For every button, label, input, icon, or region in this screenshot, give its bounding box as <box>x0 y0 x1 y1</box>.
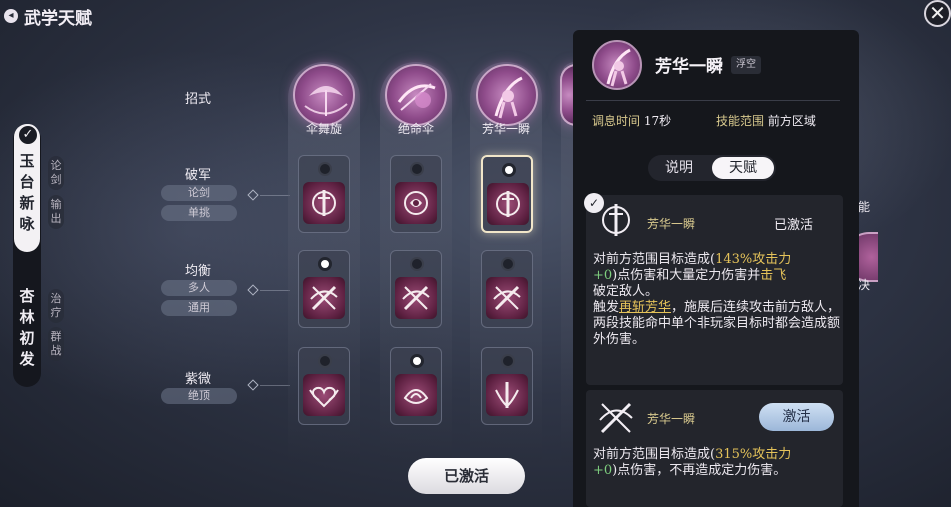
sword-emblem-icon <box>487 183 529 225</box>
tab-xinglin-chufa[interactable]: 杏林初发 <box>14 286 40 370</box>
select-dot <box>501 257 515 271</box>
desc-text: 触发 <box>593 300 620 315</box>
desc-text: )点伤害和大量定力伤害并 <box>612 268 761 283</box>
activate-button[interactable]: 激活 <box>759 403 834 431</box>
row-tag: 单挑 <box>161 205 237 221</box>
move-icon-fanghuayishun[interactable] <box>476 64 538 126</box>
move-icon-sanwuxuan[interactable] <box>293 64 355 126</box>
talent-slot[interactable] <box>298 155 350 233</box>
description-toggle: 说明 天赋 <box>648 155 776 181</box>
winged-heart-icon <box>303 374 345 416</box>
card-status: 已激活 <box>774 218 814 233</box>
tab-tag: 论剑 <box>48 156 64 190</box>
desc-highlight: 143%攻击力 <box>715 252 792 267</box>
skill-badge: 浮空 <box>731 56 761 74</box>
select-dot <box>410 162 424 176</box>
range-info: 技能范围 前方区域 <box>716 112 816 129</box>
move-name: 绝命伞 <box>397 122 434 136</box>
desc-text: 破定敌人。 <box>593 284 659 299</box>
card-skill-name: 芳华一瞬 <box>647 412 696 426</box>
talent-slot[interactable] <box>481 250 533 328</box>
crossed-blades-icon <box>303 277 345 319</box>
crossed-blades-icon <box>486 277 528 319</box>
swirl-icon <box>395 182 437 224</box>
connector-line <box>260 385 290 386</box>
back-icon[interactable]: ◂ <box>4 9 18 23</box>
card-description: 对前方范围目标造成(315%攻击力 +0)点伤害，不再造成定力伤害。 <box>593 447 843 479</box>
sword-emblem-icon <box>303 182 345 224</box>
header: ◂ 武学天赋 <box>4 4 92 29</box>
talent-slot[interactable] <box>298 347 350 425</box>
row-tag: 通用 <box>161 300 237 316</box>
row-label-pojun: 破军 <box>185 168 212 183</box>
tab-tag: 输出 <box>48 195 64 229</box>
skill-title: 芳华一瞬 <box>655 57 723 77</box>
select-dot <box>318 162 332 176</box>
row-tag: 多人 <box>161 280 237 296</box>
select-dot <box>318 354 332 368</box>
tab-tag: 治疗 <box>48 289 64 323</box>
desc-highlight: 315%攻击力 <box>715 447 792 462</box>
skill-portrait-icon <box>592 40 642 90</box>
range-value: 前方区域 <box>767 114 816 128</box>
diamond-icon <box>247 379 259 391</box>
select-dot <box>410 257 424 271</box>
tab-description[interactable]: 说明 <box>648 155 710 181</box>
row-label-ziwei: 紫微 <box>185 372 212 387</box>
cooldown-value: 17秒 <box>643 114 672 128</box>
tab-talent[interactable]: 天赋 <box>712 157 774 179</box>
move-name: 伞舞旋 <box>305 122 342 136</box>
talent-slot[interactable] <box>390 250 442 328</box>
crossed-blades-icon <box>395 277 437 319</box>
move-name: 芳华一瞬 <box>481 122 530 136</box>
sword-emblem-icon <box>594 198 638 242</box>
row-tag: 论剑 <box>161 185 237 201</box>
talent-slot[interactable] <box>298 250 350 328</box>
peek-text: 能 <box>858 200 871 214</box>
check-icon: ✓ <box>17 124 39 146</box>
page-title: 武学天赋 <box>24 8 92 29</box>
cooldown-label: 调息时间 <box>592 114 641 128</box>
row-tag: 绝顶 <box>161 388 237 404</box>
talent-slot[interactable] <box>481 347 533 425</box>
activated-button[interactable]: 已激活 <box>408 458 525 494</box>
peek-text: 决 <box>858 278 871 292</box>
connector-line <box>260 290 290 291</box>
desc-bonus: +0 <box>593 268 613 283</box>
talent-slot[interactable] <box>390 347 442 425</box>
talent-slot[interactable] <box>390 155 442 233</box>
select-dot <box>502 163 516 177</box>
row-label-junheng: 均衡 <box>185 264 212 279</box>
crossed-blades-icon <box>594 396 638 440</box>
close-icon[interactable]: ✕ <box>924 0 951 27</box>
select-dot <box>318 257 332 271</box>
cooldown-info: 调息时间 17秒 <box>592 112 671 129</box>
range-label: 技能范围 <box>716 114 765 128</box>
desc-text: 对前方范围目标造成( <box>593 447 716 462</box>
card-description: 对前方范围目标造成(143%攻击力 +0)点伤害和大量定力伤害并击飞破定敌人。 触发… <box>593 252 843 348</box>
select-dot <box>410 354 424 368</box>
desc-link[interactable]: 再斩芳华 <box>619 300 671 315</box>
tab-tag: 群战 <box>48 327 64 361</box>
desc-text: 对前方范围目标造成( <box>593 252 716 267</box>
move-icon-juemingsan[interactable] <box>385 64 447 126</box>
lotus-swirl-icon <box>395 374 437 416</box>
desc-text: )点伤害，不再造成定力伤害。 <box>612 463 787 478</box>
divider <box>586 100 840 101</box>
talent-slot-selected[interactable] <box>481 155 533 233</box>
row-header-moves: 招式 <box>185 92 212 107</box>
select-dot <box>501 354 515 368</box>
card-skill-name: 芳华一瞬 <box>647 217 696 231</box>
diamond-icon <box>247 189 259 201</box>
connector-line <box>260 195 290 196</box>
tab-label: 玉台新咏 <box>19 152 35 233</box>
desc-highlight: 击飞 <box>760 268 787 283</box>
spread-blades-icon <box>486 374 528 416</box>
diamond-icon <box>247 284 259 296</box>
desc-bonus: +0 <box>593 463 613 478</box>
